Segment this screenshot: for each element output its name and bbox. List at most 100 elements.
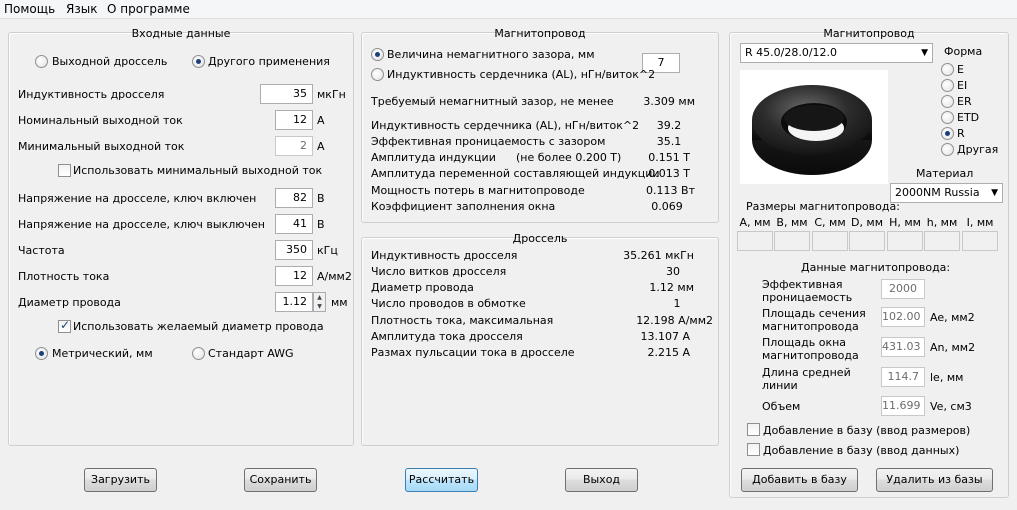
material-select[interactable]: 2000NM Russia ▼ [890, 183, 1003, 203]
min-current-unit: А [317, 140, 325, 153]
turns-value: 30 [666, 265, 680, 278]
perm-input: 2000 [881, 279, 925, 299]
use-wire-diameter-checkbox[interactable] [58, 318, 71, 333]
ve-input: 11.699 [881, 396, 925, 416]
wire-diameter-input[interactable]: 1.12 [275, 292, 313, 312]
max-density-label: Плотность тока, максимальная [371, 314, 554, 327]
v-off-input[interactable]: 41 [275, 214, 313, 234]
panel-title: Магнитопровод [823, 27, 915, 40]
delete-from-db-button[interactable]: Удалить из базы [876, 468, 993, 492]
current-density-label: Плотность тока [18, 270, 110, 283]
radio-output-choke[interactable] [35, 55, 48, 68]
shape-other-radio[interactable] [941, 143, 954, 156]
ripple-value: 2.215 А [647, 346, 690, 359]
shape-ei-radio[interactable] [941, 79, 954, 92]
dim-i-input[interactable] [962, 231, 998, 251]
inductance-input[interactable]: 35 [260, 84, 313, 104]
dim-d-input[interactable] [849, 231, 885, 251]
radio-awg[interactable] [192, 347, 205, 360]
frequency-input[interactable]: 350 [275, 240, 313, 260]
nom-current-unit: А [317, 114, 325, 127]
shape-r-label: R [957, 127, 965, 140]
core-select[interactable]: R 45.0/28.0/12.0 ▼ [740, 43, 933, 63]
dim-h-input[interactable] [924, 231, 960, 251]
save-button[interactable]: Сохранить [244, 468, 317, 492]
use-min-current-label: Использовать минимальный выходной ток [73, 164, 323, 177]
shape-label: Форма [944, 45, 983, 58]
current-density-input[interactable]: 12 [275, 266, 313, 286]
material-select-value: 2000NM Russia [895, 186, 980, 199]
an-unit: An, мм2 [930, 341, 976, 354]
add-dims-checkbox[interactable] [747, 423, 760, 436]
le-unit: le, мм [930, 371, 964, 384]
core-select-value: R 45.0/28.0/12.0 [745, 46, 838, 59]
inductance-label: Индуктивность дросселя [18, 88, 165, 101]
an-label-1: Площадь окна [762, 336, 847, 349]
radio-gap[interactable] [371, 48, 384, 61]
menu-help[interactable]: Помощь [4, 2, 55, 16]
spin-down-icon[interactable]: ▼ [314, 302, 325, 311]
shape-r-radio[interactable] [941, 127, 954, 140]
add-data-label: Добавление в базу (ввод данных) [763, 444, 960, 457]
menu-language[interactable]: Язык [66, 2, 97, 16]
calculate-button[interactable]: Рассчитать [405, 468, 478, 492]
nom-current-input[interactable]: 12 [275, 110, 313, 130]
ripple-label: Размах пульсации тока в дросселе [371, 346, 575, 359]
min-current-label: Минимальный выходной ток [18, 140, 185, 153]
panel-title: Магнитопровод [494, 27, 586, 40]
add-dims-label: Добавление в базу (ввод размеров) [763, 424, 971, 437]
menu-about[interactable]: О программе [107, 2, 190, 16]
eff-perm-label: Эффективная проницаемость с зазором [371, 135, 606, 148]
window-fill-label: Коэффициент заполнения окна [371, 200, 556, 213]
dim-a-label: A, мм [739, 216, 771, 229]
ae-input: 102.00 [881, 307, 925, 327]
shape-e-label: E [957, 63, 964, 76]
shape-e-radio[interactable] [941, 63, 954, 76]
dim-b-input[interactable] [774, 231, 810, 251]
frequency-label: Частота [18, 244, 65, 257]
choke-inductance-label: Индуктивность дросселя [371, 249, 518, 262]
radio-al-label: Индуктивность сердечника (AL), нГн/виток… [387, 68, 656, 81]
shape-er-radio[interactable] [941, 95, 954, 108]
use-min-current-checkbox[interactable] [58, 164, 71, 177]
perm-label-1: Эффективная [762, 278, 843, 291]
core-image [740, 70, 888, 184]
radio-metric[interactable] [35, 347, 48, 360]
choke-wire-value: 1.12 мм [649, 281, 694, 294]
an-input: 431.03 [881, 337, 925, 357]
nom-current-label: Номинальный выходной ток [18, 114, 183, 127]
dim-c-input[interactable] [812, 231, 848, 251]
required-gap-label: Требуемый немагнитный зазор, не менее [371, 95, 614, 108]
chevron-down-icon: ▼ [921, 48, 928, 58]
v-on-input[interactable]: 82 [275, 188, 313, 208]
material-label: Материал [916, 167, 974, 180]
radio-output-choke-label: Выходной дроссель [52, 55, 168, 68]
ve-label: Объем [762, 400, 801, 413]
ve-unit: Ve, см3 [930, 400, 972, 413]
radio-other-use[interactable] [192, 55, 205, 68]
add-to-db-button[interactable]: Добавить в базу [741, 468, 858, 492]
frequency-unit: кГц [317, 244, 338, 257]
radio-gap-label: Величина немагнитного зазора, мм [387, 48, 595, 61]
current-amp-value: 13.107 А [640, 330, 690, 343]
spin-up-icon[interactable]: ▲ [314, 293, 325, 302]
radio-metric-label: Метрический, мм [52, 347, 153, 360]
le-label-1: Длина средней [762, 366, 851, 379]
v-off-label: Напряжение на дросселе, ключ выключен [18, 218, 265, 231]
load-button[interactable]: Загрузить [84, 468, 157, 492]
min-current-input: 2 [275, 136, 313, 156]
dim-hh-input[interactable] [887, 231, 923, 251]
shape-er-label: ER [957, 95, 972, 108]
required-gap-value: 3.309 мм [643, 95, 695, 108]
dims-label: Размеры магнитопровода: [746, 200, 900, 213]
wire-diameter-spinner[interactable]: ▲ ▼ [313, 292, 326, 312]
wires-count-value: 1 [673, 297, 681, 310]
dim-a-input[interactable] [737, 231, 773, 251]
core-data-label: Данные магнитопровода: [801, 261, 951, 274]
exit-button[interactable]: Выход [565, 468, 638, 492]
radio-other-use-label: Другого применения [208, 55, 330, 68]
add-data-checkbox[interactable] [747, 443, 760, 456]
shape-etd-radio[interactable] [941, 111, 954, 124]
core-loss-label: Мощность потерь в магнитопроводе [371, 184, 585, 197]
radio-al[interactable] [371, 68, 384, 81]
